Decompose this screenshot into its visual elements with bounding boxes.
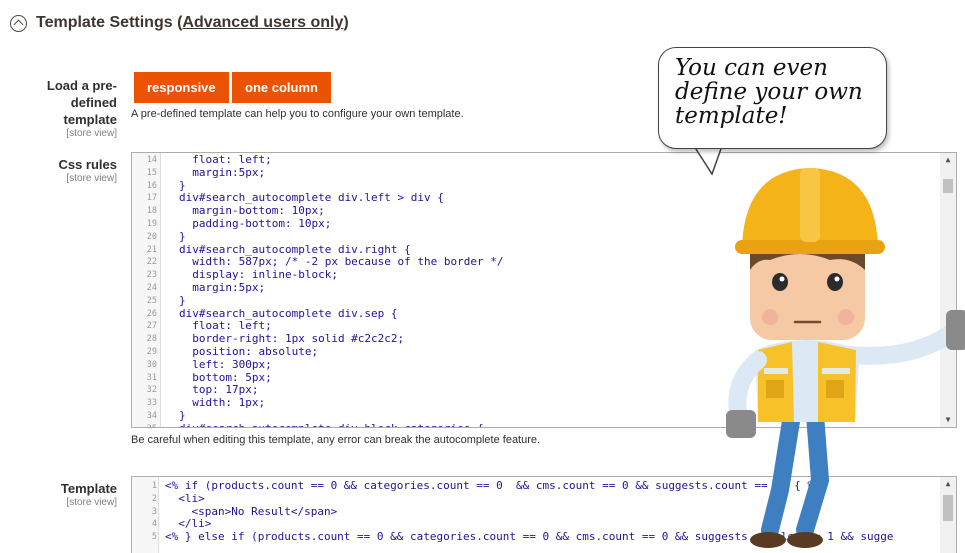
predefined-template-label: Load a pre-defined template [store view] [27,77,117,140]
advanced-users-link[interactable]: Advanced users only [182,14,343,31]
one-column-button[interactable]: one column [232,72,331,103]
construction-worker-illustration [726,168,965,548]
code-text[interactable]: float: left; [161,153,271,167]
line-number: 1 [151,481,157,491]
code-text[interactable]: left: 300px; [161,358,271,372]
code-text[interactable]: margin:5px; [161,281,265,295]
line-number: 21 [146,244,157,255]
collapse-up-icon[interactable] [10,14,27,32]
line-number: 2 [151,493,157,504]
line-number: 27 [146,321,157,332]
code-text[interactable]: <li> [161,492,205,506]
store-view-scope: [store view] [66,497,117,508]
line-number: 33 [146,398,157,409]
line-number: 19 [146,218,157,229]
bubble-line-3: template! [675,103,788,129]
bubble-line-1: You can even [675,55,828,81]
line-number: 5 [151,532,157,543]
code-text[interactable]: padding-bottom: 10px; [161,217,331,231]
template-label: Template [store view] [27,480,117,509]
line-number: 14 [146,155,157,165]
line-number: 15 [146,167,157,178]
code-text[interactable]: position: absolute; [161,345,318,359]
store-view-scope: [store view] [66,128,117,139]
line-number: 31 [146,372,157,383]
line-number: 32 [146,385,157,396]
code-text[interactable]: div#search_autocomplete div.block-catego… [161,422,484,427]
line-number: 4 [151,519,157,530]
line-number: 20 [146,231,157,242]
line-number: 3 [151,506,157,517]
css-rules-note: Be careful when editing this template, a… [131,434,541,446]
line-number: 23 [146,270,157,281]
code-text[interactable]: width: 1px; [161,396,265,410]
line-number: 16 [146,180,157,191]
line-number: 28 [146,334,157,345]
responsive-button[interactable]: responsive [134,72,229,103]
line-number: 18 [146,206,157,217]
section-title-end: ) [343,14,349,31]
line-number: 17 [146,193,157,204]
line-number: 22 [146,257,157,268]
section-title: Template Settings (Advanced users only) [36,14,349,32]
css-rules-label: Css rules [store view] [27,156,117,185]
section-header[interactable]: Template Settings (Advanced users only) [10,12,349,34]
line-number: 35 [132,423,161,427]
predefined-template-label-text: Load a pre-defined template [46,78,117,127]
predefined-note: A pre-defined template can help you to c… [131,108,464,120]
code-text[interactable]: } [161,409,186,423]
section-title-text: Template Settings ( [36,14,183,31]
line-number: 24 [146,282,157,293]
code-text[interactable]: margin:5px; [161,166,265,180]
template-label-text: Template [60,481,117,496]
line-number: 26 [146,308,157,319]
store-view-scope: [store view] [66,173,117,184]
code-text[interactable]: } [161,294,186,308]
line-number: 29 [146,346,157,357]
css-rules-label-text: Css rules [58,157,117,172]
line-number: 30 [146,359,157,370]
speech-bubble: You can even define your own template! [658,47,887,149]
line-number: 34 [146,410,157,421]
code-text[interactable]: } [161,230,186,244]
bubble-line-2: define your own [675,79,863,105]
line-number: 25 [146,295,157,306]
